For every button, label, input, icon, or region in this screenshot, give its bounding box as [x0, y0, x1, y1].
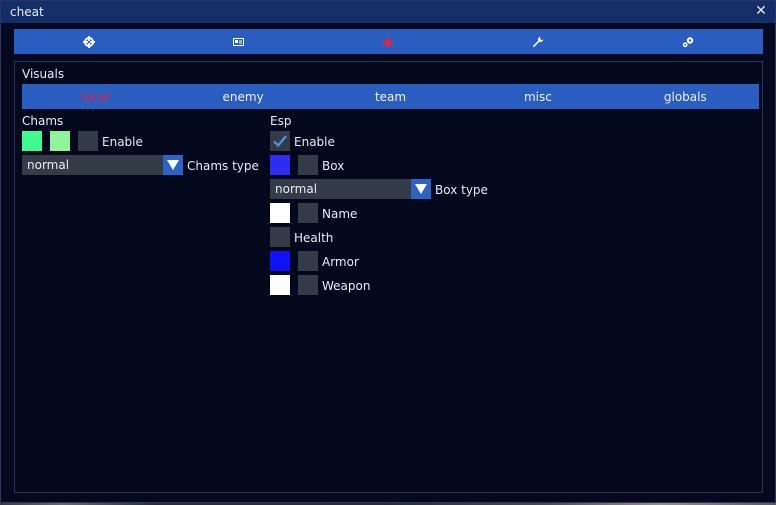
- main-tab-bar: [14, 29, 763, 54]
- esp-weapon-checkbox[interactable]: [298, 275, 318, 295]
- tab-enemy[interactable]: enemy: [169, 84, 316, 109]
- esp-health-label: Health: [294, 231, 334, 245]
- wrench-icon: [533, 36, 544, 47]
- tab-globals[interactable]: globals: [612, 84, 759, 109]
- esp-enable-label: Enable: [294, 135, 335, 149]
- tab-misc[interactable]: misc: [464, 84, 611, 109]
- chams-type-label: Chams type: [187, 159, 259, 173]
- gears-icon: [682, 36, 693, 47]
- chams-type-value: normal: [27, 158, 70, 172]
- checkmark-icon: [273, 135, 287, 148]
- tab-team[interactable]: team: [317, 84, 464, 109]
- esp-armor-color[interactable]: [270, 251, 290, 271]
- esp-weapon-color[interactable]: [270, 275, 290, 295]
- chams-group-title: Chams: [22, 114, 64, 128]
- tab-misc-settings[interactable]: [463, 29, 613, 54]
- esp-box-color[interactable]: [270, 155, 290, 175]
- id-card-icon: [233, 37, 245, 46]
- window-title: cheat: [10, 5, 44, 19]
- crosshair-icon: [82, 35, 95, 48]
- title-bar[interactable]: cheat ✕: [1, 1, 775, 23]
- chams-type-dropdown[interactable]: normal: [22, 155, 183, 175]
- content-panel: [14, 61, 763, 493]
- esp-name-color[interactable]: [270, 203, 290, 223]
- chevron-down-icon: [163, 155, 183, 175]
- chams-enable-checkbox[interactable]: [78, 131, 98, 151]
- esp-group-title: Esp: [270, 114, 292, 128]
- esp-box-label: Box: [322, 159, 345, 173]
- chams-color-visible[interactable]: [22, 131, 42, 151]
- tab-player-list[interactable]: [164, 29, 314, 54]
- esp-health-checkbox[interactable]: [270, 227, 290, 247]
- chevron-down-icon: [411, 179, 431, 199]
- esp-name-checkbox[interactable]: [298, 203, 318, 223]
- visuals-sub-tab-bar: local enemy team misc globals: [22, 84, 759, 109]
- tab-local[interactable]: local: [22, 84, 169, 109]
- esp-name-label: Name: [322, 207, 358, 221]
- tab-config[interactable]: [613, 29, 763, 54]
- close-icon[interactable]: ✕: [753, 3, 769, 20]
- chams-color-occluded[interactable]: [50, 131, 70, 151]
- box-type-dropdown[interactable]: normal: [270, 179, 431, 199]
- esp-armor-label: Armor: [322, 255, 359, 269]
- esp-box-checkbox[interactable]: [298, 155, 318, 175]
- esp-weapon-label: Weapon: [322, 279, 371, 293]
- esp-armor-checkbox[interactable]: [298, 251, 318, 271]
- bug-icon: [383, 36, 394, 47]
- chams-enable-label: Enable: [102, 135, 143, 149]
- tab-visuals[interactable]: [314, 29, 464, 54]
- box-type-label: Box type: [435, 183, 488, 197]
- box-type-value: normal: [275, 182, 318, 196]
- esp-enable-checkbox[interactable]: [270, 131, 290, 151]
- tab-aim[interactable]: [14, 29, 164, 54]
- section-title: Visuals: [22, 67, 65, 81]
